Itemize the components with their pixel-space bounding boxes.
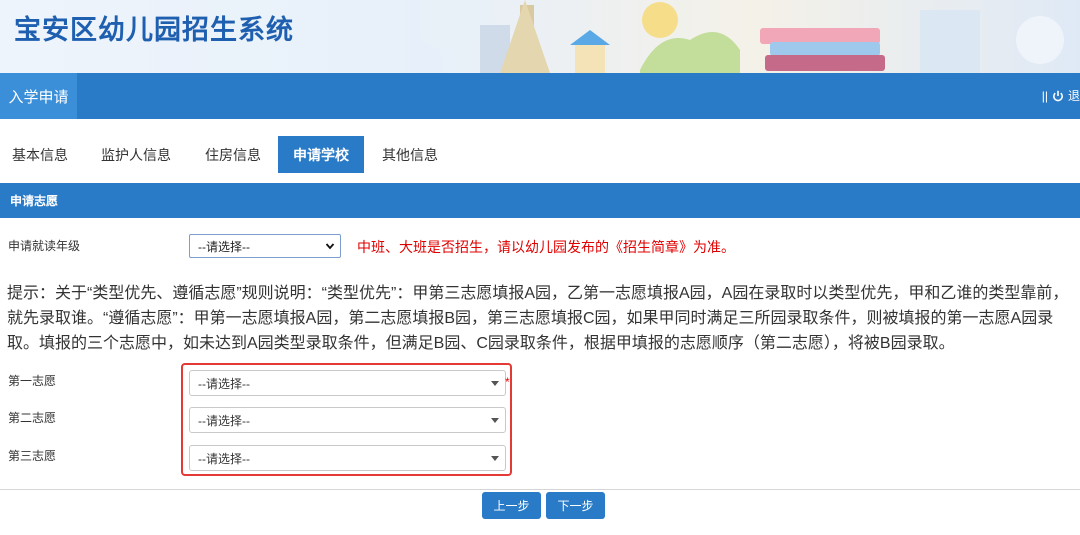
logout-link[interactable]: 退 [1068, 87, 1080, 104]
nav-right-tools: || 退 [1042, 87, 1080, 104]
grade-label: 申请就读年级 [8, 239, 81, 253]
choices-highlight-box [181, 363, 512, 476]
tab-basic-info[interactable]: 基本信息 [0, 136, 80, 173]
main-navbar: 入学申请 || 退 [0, 73, 1080, 119]
section-header: 申请志愿 [0, 183, 1080, 218]
grade-select[interactable]: --请选择-- [189, 234, 341, 258]
footer-divider [0, 489, 1080, 490]
banner-illustration [420, 0, 1064, 73]
tab-guardian-info[interactable]: 监护人信息 [88, 136, 184, 173]
system-title: 宝安区幼儿园招生系统 [14, 15, 294, 45]
tab-housing-info[interactable]: 住房信息 [192, 136, 274, 173]
prev-step-button[interactable]: 上一步 [482, 492, 541, 519]
grade-warning: 中班、大班是否招生，请以幼儿园发布的《招生简章》为准。 [357, 239, 735, 255]
rules-hint: 提示：关于“类型优先、遵循志愿”规则说明：“类型优先”：甲第三志愿填报A园，乙第… [7, 285, 1069, 352]
form-tabs: 基本信息 监护人信息 住房信息 申请学校 其他信息 [0, 136, 1080, 173]
header-banner: 宝安区幼儿园招生系统 [0, 0, 1080, 73]
power-icon[interactable] [1052, 90, 1064, 102]
choice-3-label: 第三志愿 [8, 449, 57, 463]
grade-select-value: --请选择-- [198, 239, 250, 254]
tab-other-info[interactable]: 其他信息 [368, 136, 452, 173]
next-step-button[interactable]: 下一步 [546, 492, 605, 519]
chevron-down-icon [325, 243, 335, 250]
choice-1-label: 第一志愿 [8, 374, 57, 388]
choice-2-label: 第二志愿 [8, 411, 57, 425]
nav-separator: || [1041, 88, 1048, 103]
nav-item-enrollment[interactable]: 入学申请 [0, 73, 77, 119]
tab-apply-school[interactable]: 申请学校 [278, 136, 364, 173]
